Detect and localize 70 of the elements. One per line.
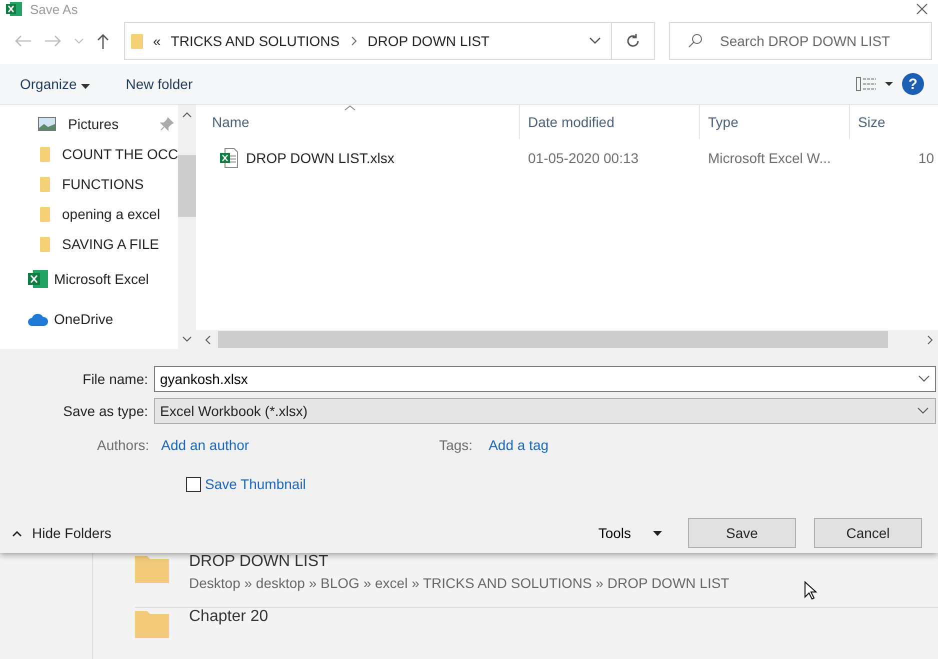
chevron-up-icon bbox=[12, 530, 22, 536]
scroll-left-icon[interactable] bbox=[204, 334, 212, 344]
checkbox[interactable] bbox=[186, 476, 201, 492]
column-header[interactable]: Size bbox=[850, 105, 938, 139]
folder-list-item[interactable]: Chapter 20 bbox=[135, 608, 938, 659]
chevron-right-icon bbox=[350, 36, 358, 46]
excel-file-icon bbox=[220, 148, 238, 168]
mouse-cursor-icon bbox=[804, 581, 818, 601]
up-arrow-icon[interactable] bbox=[96, 33, 110, 49]
horizontal-scrollbar[interactable] bbox=[194, 330, 938, 349]
breadcrumb-item[interactable]: DROP DOWN LIST bbox=[368, 33, 490, 49]
sidebar-item[interactable]: OneDrive bbox=[0, 299, 178, 339]
sidebar-item[interactable]: Microsoft Excel bbox=[0, 259, 178, 299]
vertical-scrollbar[interactable] bbox=[178, 105, 196, 349]
caret-icon bbox=[653, 530, 662, 536]
sidebar-item[interactable]: Pictures bbox=[0, 109, 178, 139]
picture-icon bbox=[38, 117, 56, 131]
folder-list-item[interactable]: DROP DOWN LIST Desktop » desktop » BLOG » excel » TRICKS AND SOLUTIONS » DROP DOWN LIST bbox=[135, 553, 938, 608]
save-as-type-label: Save as type: bbox=[62, 403, 148, 419]
breadcrumb-item[interactable]: TRICKS AND SOLUTIONS bbox=[170, 33, 340, 49]
search-icon bbox=[687, 33, 703, 49]
scroll-right-icon[interactable] bbox=[926, 334, 934, 344]
chevron-down-icon bbox=[917, 407, 929, 415]
scroll-down-icon[interactable] bbox=[182, 335, 192, 343]
view-list-icon[interactable] bbox=[856, 77, 876, 91]
caret-icon bbox=[80, 84, 90, 89]
help-icon[interactable]: ? bbox=[902, 73, 924, 95]
file-name-field[interactable]: gyankosh.xlsx bbox=[154, 366, 936, 392]
save-as-type-dropdown[interactable]: Excel Workbook (*.xlsx) bbox=[154, 398, 936, 424]
cloud-icon bbox=[28, 312, 48, 326]
new-folder-button[interactable]: New folder bbox=[116, 72, 203, 96]
add-tag-link[interactable]: Add a tag bbox=[488, 437, 549, 453]
type-cell-text: Microsoft Excel W... bbox=[707, 149, 832, 168]
breadcrumb-overflow[interactable]: « bbox=[153, 33, 161, 49]
dialog-button[interactable]: Save bbox=[688, 518, 796, 548]
size-cell-text: 10 bbox=[917, 149, 935, 168]
folder-icon bbox=[40, 176, 50, 192]
organize-button[interactable]: Organize bbox=[10, 72, 100, 96]
chevron-down-icon[interactable] bbox=[589, 37, 601, 45]
column-header[interactable]: Date modified bbox=[520, 105, 700, 139]
folder-icon bbox=[40, 236, 50, 252]
file-name-cell[interactable]: DROP DOWN LIST.xlsx bbox=[194, 139, 520, 177]
authors-label: Authors: bbox=[97, 437, 150, 453]
sidebar-item[interactable]: FUNCTIONS bbox=[0, 169, 178, 199]
column-header[interactable]: Type bbox=[700, 105, 850, 139]
folder-icon bbox=[40, 146, 50, 162]
add-author-link[interactable]: Add an author bbox=[161, 437, 250, 453]
folder-icon bbox=[40, 206, 50, 222]
excel-icon bbox=[28, 270, 48, 288]
scroll-up-icon[interactable] bbox=[182, 111, 192, 119]
close-icon[interactable] bbox=[916, 3, 928, 15]
hide-folders-button[interactable]: Hide Folders bbox=[12, 525, 112, 541]
chevron-down-icon[interactable] bbox=[918, 375, 930, 383]
sidebar-item[interactable]: COUNT THE OCC bbox=[0, 139, 178, 169]
tags-label: Tags: bbox=[439, 437, 473, 453]
date-cell-text: 01-05-2020 00:13 bbox=[527, 149, 640, 168]
sidebar-item[interactable]: opening a excel bbox=[0, 199, 178, 229]
file-name-label: File name: bbox=[82, 371, 148, 387]
dialog-button[interactable]: Cancel bbox=[814, 518, 922, 548]
folder-icon bbox=[135, 608, 169, 638]
caret-icon[interactable] bbox=[884, 81, 894, 87]
address-bar[interactable]: « TRICKS AND SOLUTIONS DROP DOWN LIST bbox=[124, 22, 655, 60]
save-thumbnail-label[interactable]: Save Thumbnail bbox=[205, 476, 306, 492]
folder-icon bbox=[131, 33, 143, 49]
refresh-icon bbox=[625, 33, 641, 49]
sidebar-item[interactable]: SAVING A FILE bbox=[0, 229, 178, 259]
tools-button[interactable]: Tools bbox=[592, 524, 668, 542]
search-field[interactable]: Search DROP DOWN LIST bbox=[669, 22, 932, 60]
column-header[interactable]: Name bbox=[194, 105, 520, 139]
window-title: Save As bbox=[30, 2, 78, 16]
